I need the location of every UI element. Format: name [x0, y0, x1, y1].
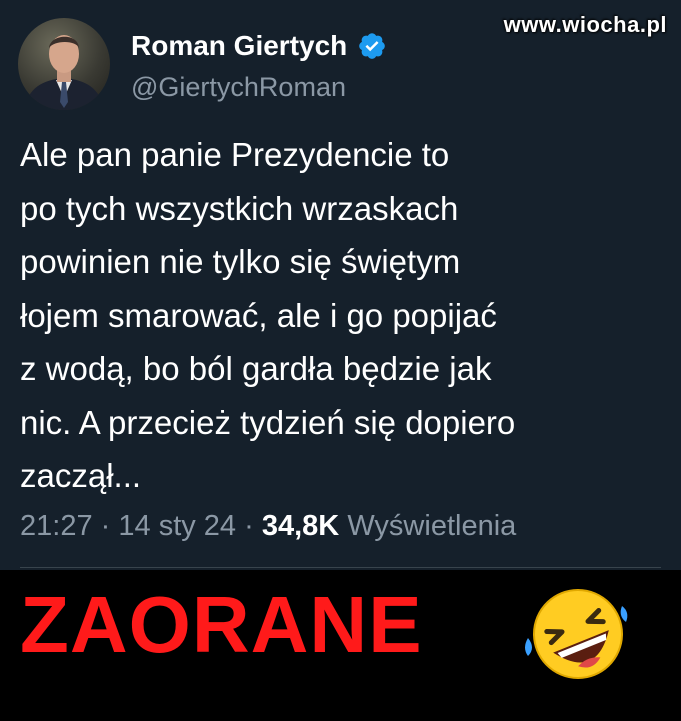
views-label[interactable]: Wyświetlenia [347, 510, 516, 542]
watermark: www.wiocha.pl [503, 12, 667, 37]
verified-badge-icon [359, 33, 386, 59]
tweet-time[interactable]: 21:27 [20, 510, 93, 542]
views-count[interactable]: 34,8K [262, 510, 339, 542]
tweet-text: Ale pan panie Prezydencie to po tych wsz… [20, 128, 660, 503]
author-name-row[interactable]: Roman Giertych [131, 30, 387, 62]
tweet-line: zaczął... [20, 457, 142, 494]
caption-text: ZAORANE [20, 580, 423, 669]
author-name[interactable]: Roman Giertych [131, 30, 347, 62]
tweet-date[interactable]: 14 sty 24 [118, 510, 236, 542]
author-handle[interactable]: @GiertychRoman [131, 72, 346, 103]
tweet-line: Ale pan panie Prezydencie to [20, 136, 450, 173]
divider [20, 567, 661, 568]
avatar[interactable] [18, 18, 110, 110]
meta-separator: · [244, 510, 254, 542]
rolling-on-floor-laughing-emoji [522, 584, 634, 684]
avatar-portrait-icon [24, 35, 104, 110]
tweet-line: z wodą, bo ból gardła będzie jak [20, 350, 492, 387]
meta-separator: · [100, 510, 111, 542]
tweet-line: łojem smarować, ale i go popijać [20, 296, 497, 334]
laughing-emoji-icon [525, 589, 628, 679]
tweet-line: po tych wszystkich wrzaskach [20, 189, 459, 227]
tweet-line: powinien nie tylko się świętym [20, 243, 461, 280]
tweet-card: www.wiocha.pl Roman Giertych @GiertychRo… [0, 0, 681, 721]
tweet-meta: 21:27 · 14 sty 24 · 34,8K Wyświetlenia [20, 510, 516, 543]
tweet-line: nic. A przecież tydzień się dopiero [20, 403, 516, 441]
